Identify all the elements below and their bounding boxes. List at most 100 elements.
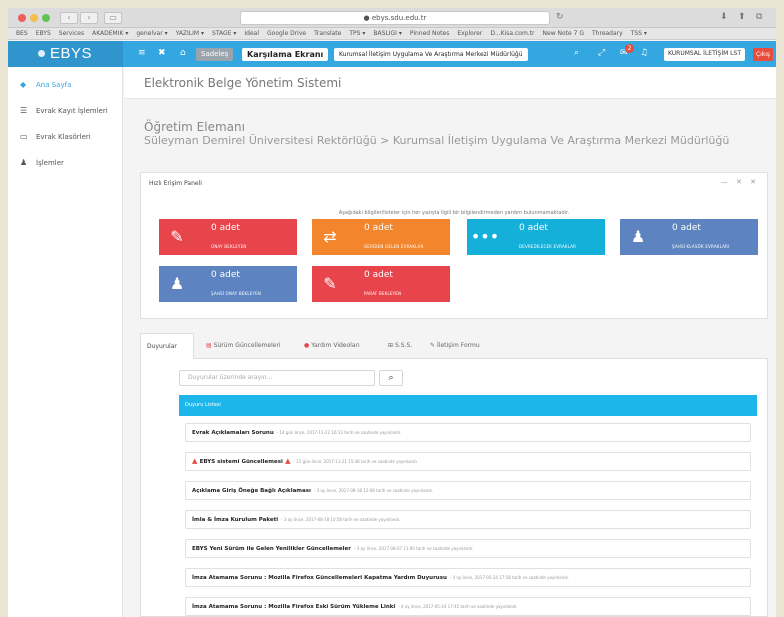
card-label: ŞAHSİ KLASÖR EVRAKLARI [672,244,730,249]
bookmark-item[interactable]: TPS ▾ [349,30,365,37]
sidebar-item-label: Evrak Klasörleri [36,133,91,141]
card-count: 0 adet [364,270,393,280]
bookmark-item[interactable]: Google Drive [267,30,306,37]
tab-iletisim-formu[interactable]: ✎ İletişim Formu [424,333,486,359]
announcement-item[interactable]: İmza Atamama Sorunu : Mozilla Firefox Gü… [185,568,751,587]
announcement-search-input[interactable]: Duyurular üzerinde arayın... [179,370,375,386]
forward-button[interactable]: › [80,12,98,24]
bell-icon[interactable]: ♫ [640,48,648,58]
video-icon: ● [304,342,310,349]
env-badge: Sadeleş [196,48,234,61]
share-icon[interactable]: ⬆ [738,12,746,22]
user-icon: ♟ [20,158,28,167]
minimize-window-button[interactable] [30,14,38,22]
bookmark-item[interactable]: EBYS [36,30,51,37]
unit-select[interactable]: Kurumsal İletişim Uygulama Ve Araştırma … [334,48,528,61]
card-sahsi-klasor[interactable]: ♟ 0 adet ŞAHSİ KLASÖR EVRAKLARI [620,219,758,255]
panel-tools[interactable]: — ✕ ✕ [721,178,759,186]
document-icon: ▤ [206,342,212,349]
reload-icon[interactable]: ↻ [556,12,564,22]
bookmark-item[interactable]: BASLIGI ▾ [373,30,401,37]
bookmark-item[interactable]: BES [16,30,28,37]
close-window-button[interactable] [18,14,26,22]
collapse-icon[interactable]: ✖ [158,48,166,58]
question-icon: ⊞ [388,342,394,349]
folder-icon: ▭ [20,132,28,141]
announcements-pane: Duyurular üzerinde arayın... ⌕ Duyuru Li… [140,359,768,617]
sidebar-item-islemler[interactable]: ♟ İşlemler [8,153,123,173]
pencil-icon: ✎ [170,227,184,246]
card-onay-bekleyen[interactable]: ✎ 0 adet ONAY BEKLEYEN [159,219,297,255]
bookmark-item[interactable]: Translate [314,30,341,37]
bookmark-item[interactable]: Ideal [244,30,259,37]
more-icon: ••• [470,227,500,246]
card-label: GERİDEN GELEN EVRAKLAR [364,244,424,249]
card-geriden-gelen[interactable]: ⇄ 0 adet GERİDEN GELEN EVRAKLAR [312,219,450,255]
bookmark-item[interactable]: STAGE ▾ [212,30,236,37]
panel-title: Hızlı Erişim Paneli [149,180,202,187]
card-devredilecek[interactable]: ••• 0 adet DEVREDİLECEK EVRAKLAR [467,219,605,255]
announcement-item[interactable]: İmza Atamama Sorunu : Mozilla Firefox Es… [185,597,751,616]
list-icon: ☰ [20,106,28,115]
info-tabs: Duyurular ▤ Sürüm Güncellemeleri ● Yardım … [140,333,768,359]
card-sahsi-onay[interactable]: ♟ 0 adet ŞAHSİ ONAY BEKLEYEN [159,266,297,302]
bookmark-item[interactable]: Services [59,30,84,37]
tabs-icon[interactable]: ⧉ [756,12,762,22]
back-button[interactable]: ‹ [60,12,78,24]
sidebar-item-label: İşlemler [36,159,64,167]
sidebar-item-evrak-klasorleri[interactable]: ▭ Evrak Klasörleri [8,127,123,147]
card-label: ŞAHSİ ONAY BEKLEYEN [211,291,262,296]
announcement-item[interactable]: EBYS Yeni Sürüm ile Gelen Yenilikler Gün… [185,539,751,558]
logout-button[interactable]: Çıkış [753,48,773,61]
announcement-item[interactable]: ▲ EBYS sistemi Güncellemesi ▲ - 15 gün ön… [185,452,751,471]
card-label: DEVREDİLECEK EVRAKLAR [519,244,577,249]
browser-titlebar: ‹ › ▭ ● ebys.sdu.edu.tr ↻ ⬇ ⬆ ⧉ [8,8,776,28]
announcement-title: EBYS Yeni Sürüm ile Gelen Yenilikler Gün… [192,546,351,552]
bookmark-item[interactable]: YAZILIM ▾ [176,30,204,37]
announcement-item[interactable]: Evrak Açıklamaları Sorunu - 14 gün önce, … [185,423,751,442]
bookmark-item[interactable]: Threadary [592,30,623,37]
home-icon[interactable]: ⌂ [180,48,186,58]
announcement-meta: - 4 ay önce, 2017-05-24 17:58 tarih ve s… [449,575,570,580]
sidebar-toggle-button[interactable]: ▭ [104,12,122,24]
card-label: ONAY BEKLEYEN [211,244,247,249]
bookmark-item[interactable]: TSS ▾ [631,30,647,37]
menu-toggle-icon[interactable]: ≡ [138,48,146,58]
maximize-window-button[interactable] [42,14,50,22]
pencil-icon: ✎ [323,274,337,293]
app-header: EBYS ≡ ✖ ⌂ Sadeleş Karşılama Ekranı Kuru… [8,41,776,67]
bookmark-item[interactable]: genelvar ▾ [136,30,167,37]
sidebar-item-home[interactable]: ◆ Ana Sayfa [8,75,123,95]
announcement-list-header: Duyuru Listesi [179,395,757,416]
retweet-icon: ⇄ [323,227,337,246]
search-icon[interactable]: ⌕ [574,48,579,58]
card-count: 0 adet [672,223,701,233]
user-role: Öğretim Elemanı [144,120,245,134]
expand-icon[interactable]: ⤢ [598,48,605,58]
bookmark-item[interactable]: Pinned Notes [410,30,450,37]
announcement-meta: - 15 gün önce, 2017-11-21 15:48 tarih ve… [293,459,418,464]
ebys-logo[interactable]: EBYS [8,41,123,67]
tab-sss[interactable]: ⊞ S.S.S. [382,333,418,359]
bookmark-item[interactable]: AKADEMIK ▾ [92,30,128,37]
search-button[interactable]: ⌕ [379,370,403,386]
card-label: PARAF BEKLEYEN [364,291,402,296]
bookmark-item[interactable]: D...Kisa.com.tr [490,30,534,37]
announcement-meta: - 3 ay önce, 2017-08-18 10:58 tarih ve s… [281,517,401,522]
announcement-title: İmla & İmza Kurulum Paketi [192,517,279,523]
tab-surum-guncellemeleri[interactable]: ▤ Sürüm Güncellemeleri [200,333,287,359]
download-icon[interactable]: ⬇ [720,12,728,22]
announcement-item[interactable]: Açıklama Giriş Öneğe Bağlı Açıklaması - 3… [185,481,751,500]
welcome-screen-button[interactable]: Karşılama Ekranı [242,48,329,61]
user-menu[interactable]: KURUMSAL İLETİŞİM LST [664,48,745,61]
tab-yardim-videolari[interactable]: ● Yardım Videoları [298,333,366,359]
card-paraf-bekleyen[interactable]: ✎ 0 adet PARAF BEKLEYEN [312,266,450,302]
announcement-item[interactable]: İmla & İmza Kurulum Paketi - 3 ay önce, 2… [185,510,751,529]
address-bar[interactable]: ● ebys.sdu.edu.tr [240,11,550,25]
bookmark-item[interactable]: Explorer [457,30,482,37]
tab-duyurular[interactable]: Duyurular [140,333,194,359]
card-count: 0 adet [364,223,393,233]
warning-icon: ▲ [282,457,291,465]
bookmark-item[interactable]: New Note 7 G [543,30,584,37]
sidebar-item-evrak-kayit[interactable]: ☰ Evrak Kayıt İşlemleri [8,101,123,121]
